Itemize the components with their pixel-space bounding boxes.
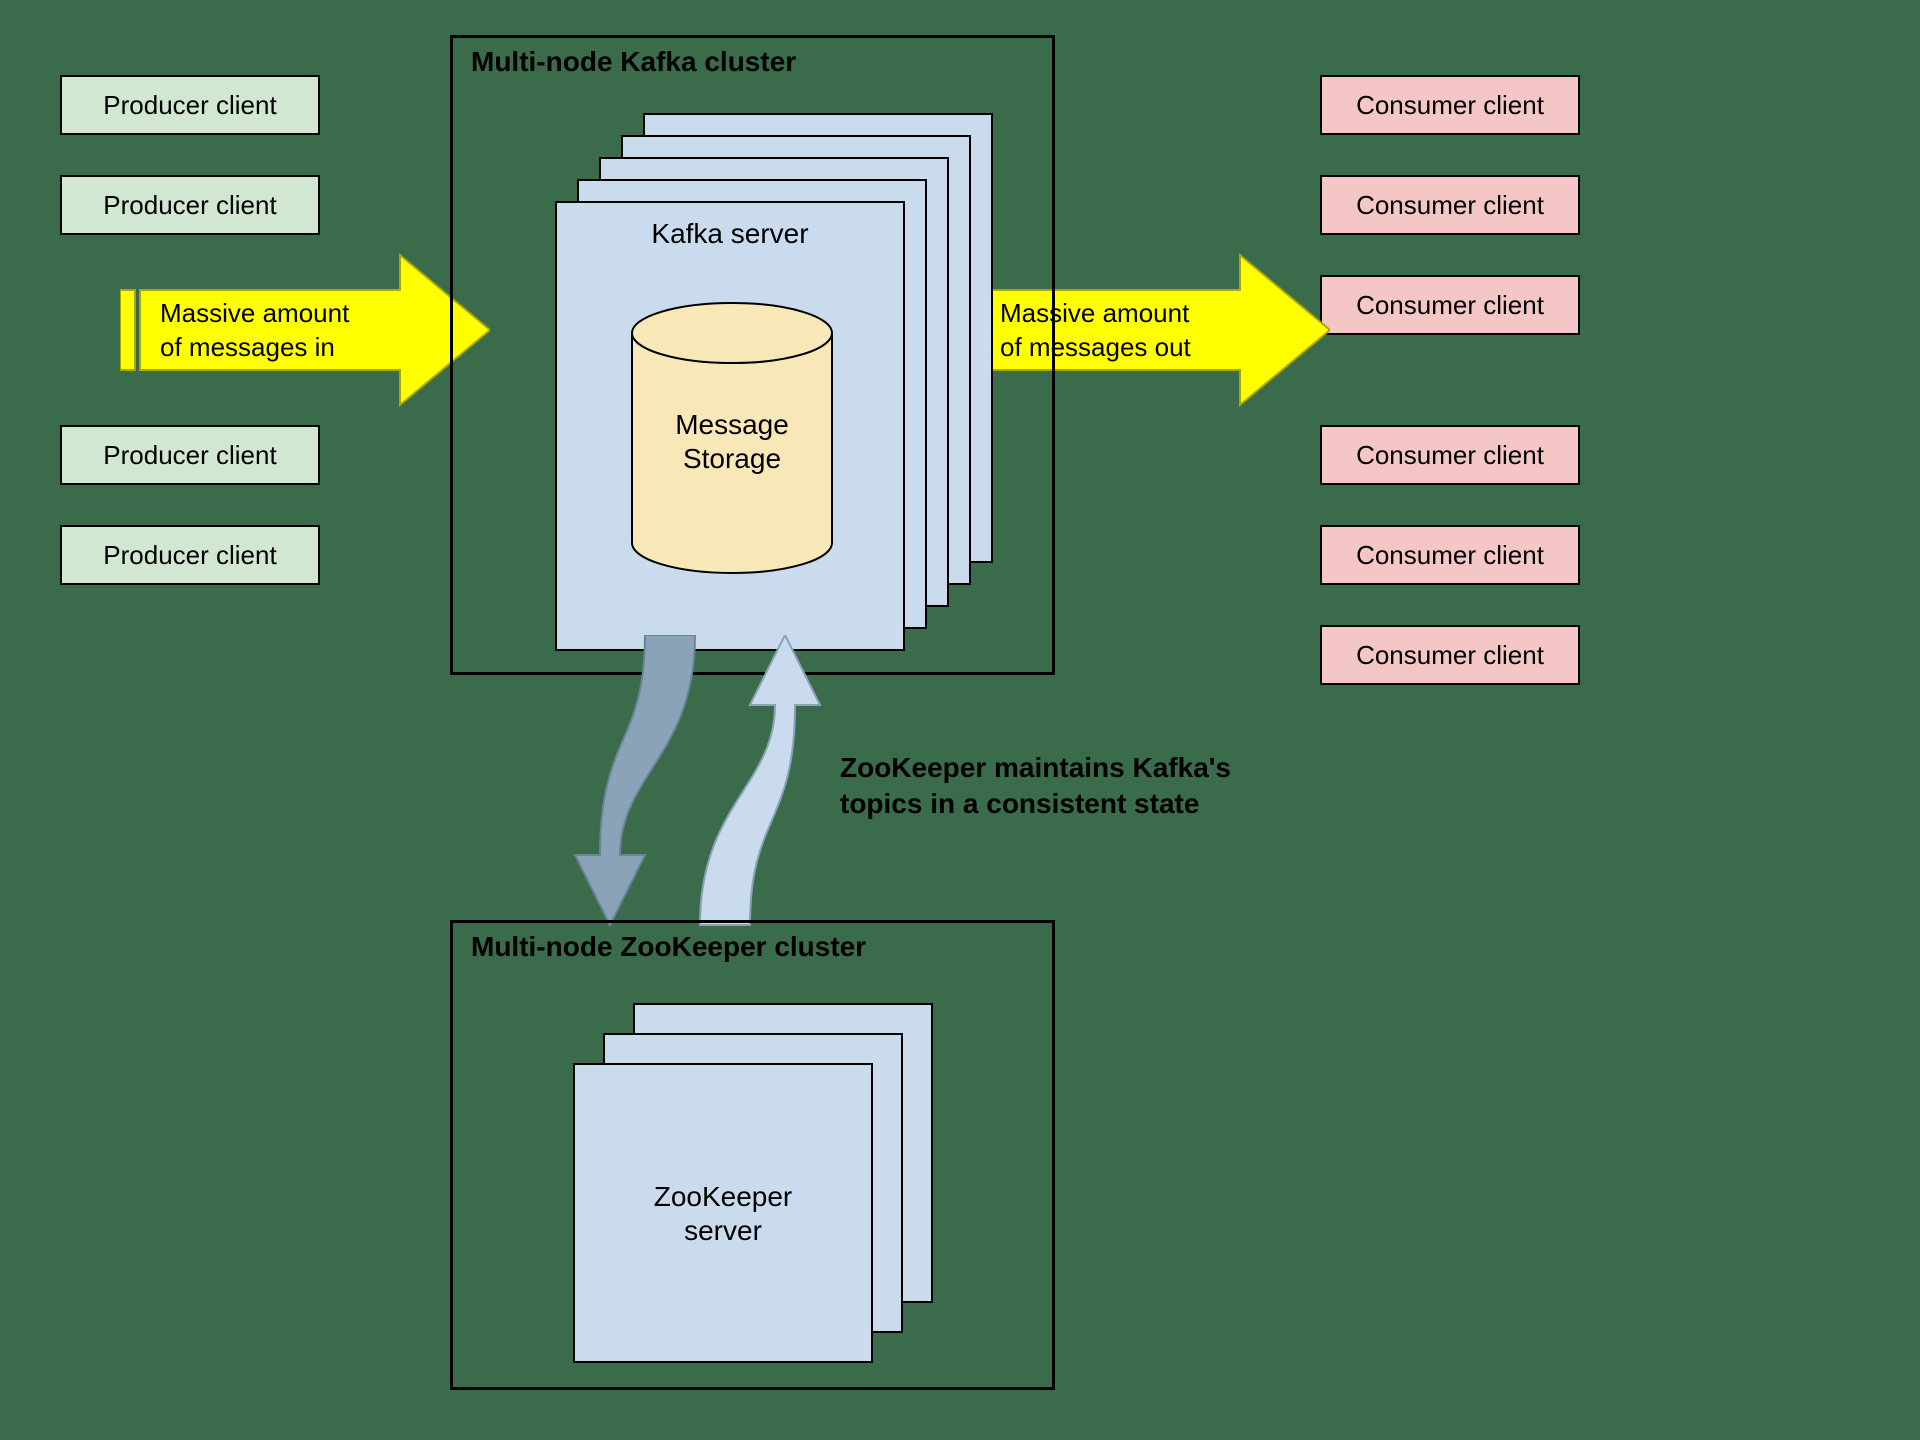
zookeeper-annotation: ZooKeeper maintains Kafka'stopics in a c… xyxy=(840,750,1231,823)
consumer-client-label: Consumer client xyxy=(1356,540,1544,571)
consumer-client-label: Consumer client xyxy=(1356,640,1544,671)
kafka-cluster-box: Multi-node Kafka cluster Kafka server Me… xyxy=(450,35,1055,675)
message-storage-cylinder: MessageStorage xyxy=(622,298,842,578)
consumer-client-label: Consumer client xyxy=(1356,190,1544,221)
zookeeper-cluster-title: Multi-node ZooKeeper cluster xyxy=(471,931,866,963)
zookeeper-server-box: ZooKeeperserver xyxy=(573,1063,873,1363)
consumer-client-label: Consumer client xyxy=(1356,90,1544,121)
producer-client-label: Producer client xyxy=(103,190,276,221)
zookeeper-server-label: ZooKeeperserver xyxy=(575,1180,871,1247)
producer-client-box: Producer client xyxy=(60,525,320,585)
zookeeper-cluster-box: Multi-node ZooKeeper cluster ZooKeeperse… xyxy=(450,920,1055,1390)
kafka-server-label: Kafka server xyxy=(557,218,903,250)
producer-client-box: Producer client xyxy=(60,75,320,135)
producer-client-label: Producer client xyxy=(103,90,276,121)
messages-in-arrow: Massive amountof messages in xyxy=(120,245,490,415)
message-storage-label: MessageStorage xyxy=(622,408,842,475)
messages-in-label: Massive amountof messages in xyxy=(160,297,349,365)
consumer-client-label: Consumer client xyxy=(1356,290,1544,321)
consumer-client-label: Consumer client xyxy=(1356,440,1544,471)
kafka-cluster-title: Multi-node Kafka cluster xyxy=(471,46,796,78)
consumer-client-box: Consumer client xyxy=(1320,75,1580,135)
consumer-client-box: Consumer client xyxy=(1320,425,1580,485)
consumer-client-box: Consumer client xyxy=(1320,625,1580,685)
zookeeper-server-stack: ZooKeeperserver xyxy=(573,1003,953,1373)
consumer-client-box: Consumer client xyxy=(1320,525,1580,585)
producer-client-label: Producer client xyxy=(103,440,276,471)
producer-client-box: Producer client xyxy=(60,175,320,235)
producer-client-box: Producer client xyxy=(60,425,320,485)
consumer-client-box: Consumer client xyxy=(1320,175,1580,235)
consumer-client-box: Consumer client xyxy=(1320,275,1580,335)
producer-client-label: Producer client xyxy=(103,540,276,571)
kafka-server-stack: Kafka server MessageStorage xyxy=(553,113,993,653)
kafka-server-box: Kafka server MessageStorage xyxy=(555,201,905,651)
